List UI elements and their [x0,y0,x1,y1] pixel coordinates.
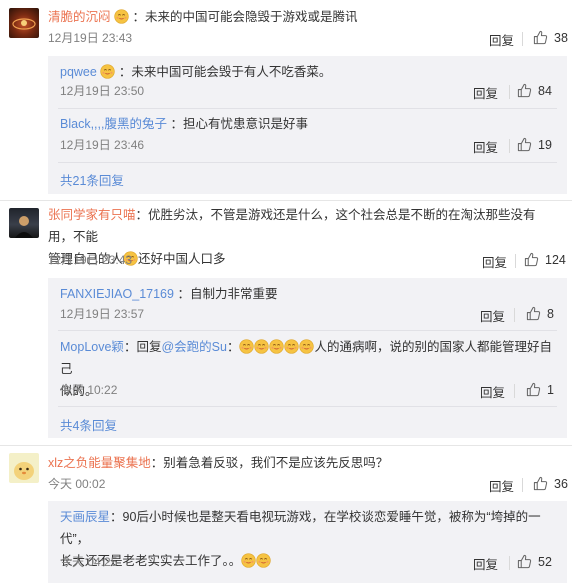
thumbs-up-icon [533,476,548,491]
emoji-face-icon [284,339,299,354]
divider [58,108,557,109]
reply-username[interactable]: Black,,,,腹黑的兔子 [60,117,167,131]
reply-button[interactable]: 回复 [489,30,514,49]
timestamp: 今天 04:25 [60,555,118,569]
reply-body: ： [226,340,240,354]
like-count: 19 [538,137,552,152]
mention-link[interactable]: @会跑的Su [161,340,226,354]
emoji-face-icon [239,339,254,354]
like-count: 84 [538,83,552,98]
timestamp: 12月19日 23:46 [60,138,145,152]
timestamp: 今天 00:02 [48,477,106,491]
avatar[interactable] [9,453,39,483]
reply-button[interactable]: 回复 [473,83,498,102]
like-button[interactable]: 124 [524,252,566,267]
reply-username[interactable]: pqwee [60,65,97,79]
reply-button[interactable]: 回复 [480,382,505,401]
like-button[interactable]: 19 [517,137,552,152]
timestamp: 12月19日 23:43 [48,31,133,45]
emoji-face-icon [114,9,129,24]
reply-list: 天画辰星：90后小时候也是整天看电视玩游戏，在学校谈恋爱睡午觉，被称为“垮掉的一… [48,501,567,583]
like-count: 124 [545,252,566,267]
reply-text: Black,,,,腹黑的兔子 ：担心有忧患意识是好事 [60,114,308,134]
reply-body: ：回复 [123,340,162,354]
more-replies-link[interactable]: 共4条回复 [60,415,117,434]
emoji-face-icon [269,339,284,354]
comment-item: xlz之负能量聚集地：别着急着反驳，我们不是应该先反思吗？ 今天 00:02 回… [0,445,572,583]
reply-button[interactable]: 回复 [480,306,505,325]
divider [522,478,523,492]
divider [58,406,557,407]
emoji-face-icon [254,339,269,354]
timestamp: 12月19日 23:50 [60,84,145,98]
like-button[interactable]: 38 [533,30,568,45]
comment-item: 清脆的沉闷 ：未来的中国可能会隐毁于游戏或是腾讯 12月19日 23:43 回复… [0,0,572,200]
emoji-face-icon [256,553,271,568]
emoji-face-icon [299,339,314,354]
comment-body: 还好中国人口多 [138,252,226,266]
reply-text: FANXIEJIAO_17169 ：自制力非常重要 [60,284,277,304]
divider [522,32,523,46]
emoji-face-icon [100,64,115,79]
thumbs-up-icon [517,554,532,569]
thumbs-up-icon [517,83,532,98]
divider [514,308,515,322]
thumbs-up-icon [524,252,539,267]
like-button[interactable]: 84 [517,83,552,98]
username[interactable]: 清脆的沉闷 [48,10,111,24]
reply-body: ：担心有忧患意识是好事 [170,117,308,131]
like-button[interactable]: 8 [526,306,554,321]
like-count: 1 [547,382,554,397]
username[interactable]: 张同学家有只喵 [48,208,136,222]
reply-body: ：自制力非常重要 [177,287,278,301]
timestamp: 12月19日 23:43 [48,253,133,267]
comment-text: 清脆的沉闷 ：未来的中国可能会隐毁于游戏或是腾讯 [48,7,358,27]
comment-body: ：未来的中国可能会隐毁于游戏或是腾讯 [132,10,358,24]
reply-text: pqwee ：未来中国可能会毁于有人不吃香菜。 [60,62,331,82]
reply-button[interactable]: 回复 [473,137,498,156]
timestamp: 今天 10:22 [60,383,118,397]
avatar[interactable] [9,208,39,238]
like-count: 8 [547,306,554,321]
comment-text: xlz之负能量聚集地：别着急着反驳，我们不是应该先反思吗？ [48,453,388,473]
reply-button[interactable]: 回复 [482,252,507,271]
more-replies-link[interactable]: 共21条回复 [60,170,124,189]
reply-button[interactable]: 回复 [489,476,514,495]
like-button[interactable]: 36 [533,476,568,491]
reply-username[interactable]: FANXIEJIAO_17169 [60,287,174,301]
divider [509,85,510,99]
comment-body: ：别着急着反驳，我们不是应该先反思吗？ [150,456,389,470]
avatar[interactable] [9,8,39,38]
reply-button[interactable]: 回复 [473,554,498,573]
emoji-face-icon [241,553,256,568]
thumbs-up-icon [526,306,541,321]
divider [514,384,515,398]
like-count: 52 [538,554,552,569]
divider [515,254,516,268]
reply-list: pqwee ：未来中国可能会毁于有人不吃香菜。 12月19日 23:50 回复 … [48,56,567,194]
reply-username[interactable]: 天画辰星 [60,510,110,524]
like-button[interactable]: 52 [517,554,552,569]
like-count: 36 [554,476,568,491]
thumbs-up-icon [533,30,548,45]
reply-username[interactable]: MopLove颖 [60,340,124,354]
username[interactable]: xlz之负能量聚集地 [48,456,151,470]
timestamp: 12月19日 23:57 [60,307,145,321]
divider [58,330,557,331]
reply-list: FANXIEJIAO_17169 ：自制力非常重要 12月19日 23:57 回… [48,278,567,438]
reply-body: ：未来中国可能会毁于有人不吃香菜。 [118,65,332,79]
divider [509,556,510,570]
thumbs-up-icon [517,137,532,152]
comment-item: 张同学家有只喵：优胜劣汰，不管是游戏还是什么，这个社会总是不断的在淘汰那些没有用… [0,200,572,445]
thumbs-up-icon [526,382,541,397]
like-button[interactable]: 1 [526,382,554,397]
divider [509,139,510,153]
reply-body: ：90后小时候也是整天看电视玩游戏，在学校谈恋爱睡午觉，被称为“垮掉的一代”， [60,510,541,546]
divider [58,162,557,163]
like-count: 38 [554,30,568,45]
